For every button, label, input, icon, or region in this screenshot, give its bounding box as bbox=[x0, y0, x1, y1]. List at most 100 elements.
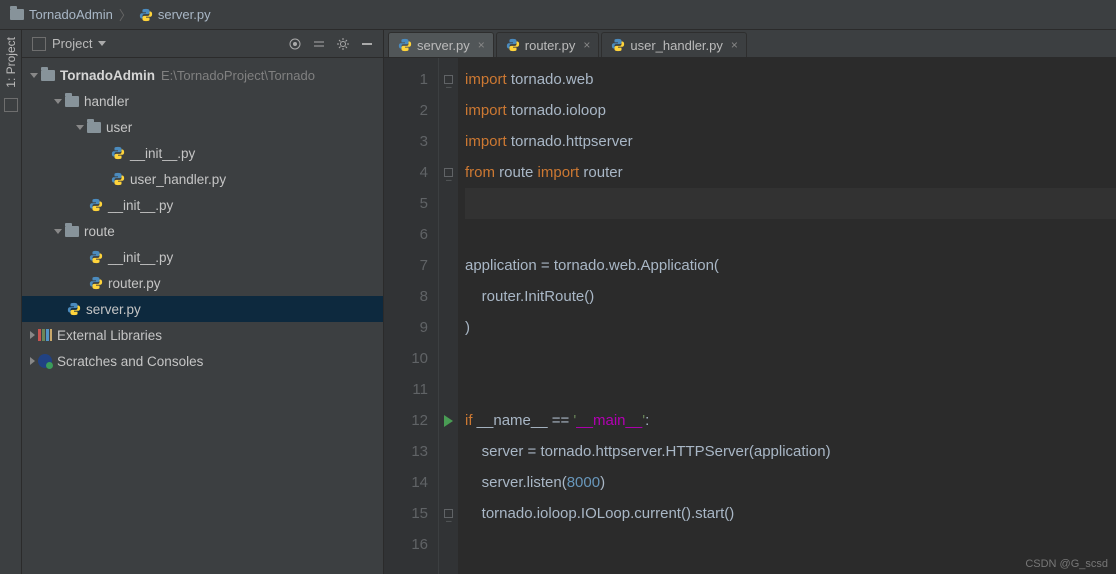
line-number: 11 bbox=[384, 374, 428, 405]
tree-external-libraries[interactable]: External Libraries bbox=[22, 322, 383, 348]
tree-label: __init__.py bbox=[108, 250, 173, 265]
python-file-icon bbox=[66, 301, 82, 317]
tree-label: External Libraries bbox=[57, 328, 162, 343]
tree-root[interactable]: TornadoAdmin E:\TornadoProject\Tornado bbox=[22, 62, 383, 88]
expand-arrow-icon[interactable] bbox=[54, 99, 62, 104]
gear-icon[interactable] bbox=[333, 34, 353, 54]
tab-label: server.py bbox=[417, 38, 470, 53]
hide-button[interactable] bbox=[357, 34, 377, 54]
tab-user-handler[interactable]: user_handler.py × bbox=[601, 32, 747, 57]
tree-folder-route[interactable]: route bbox=[22, 218, 383, 244]
python-file-icon bbox=[397, 37, 413, 53]
project-tree: TornadoAdmin E:\TornadoProject\Tornado h… bbox=[22, 58, 383, 574]
tree-label: __init__.py bbox=[108, 198, 173, 213]
tree-file[interactable]: __init__.py bbox=[22, 192, 383, 218]
close-icon[interactable]: × bbox=[583, 38, 590, 52]
tree-file[interactable]: __init__.py bbox=[22, 244, 383, 270]
expand-arrow-icon[interactable] bbox=[30, 73, 38, 78]
line-number: 16 bbox=[384, 529, 428, 560]
close-icon[interactable]: × bbox=[731, 38, 738, 52]
tab-label: user_handler.py bbox=[630, 38, 723, 53]
tree-file[interactable]: __init__.py bbox=[22, 140, 383, 166]
code-content[interactable]: import tornado.web import tornado.ioloop… bbox=[459, 58, 1116, 574]
tree-folder-handler[interactable]: handler bbox=[22, 88, 383, 114]
tree-label: handler bbox=[84, 94, 129, 109]
tab-label: router.py bbox=[525, 38, 576, 53]
scratches-icon bbox=[38, 354, 52, 368]
code-editor[interactable]: 1 2 3 4 5 6 7 8 9 10 11 12 13 14 15 16 bbox=[384, 58, 1116, 574]
watermark: CSDN @G_scsd bbox=[1025, 558, 1108, 570]
line-number: 3 bbox=[384, 126, 428, 157]
line-number: 6 bbox=[384, 219, 428, 250]
tree-label: user_handler.py bbox=[130, 172, 226, 187]
python-file-icon bbox=[88, 197, 104, 213]
sidebar-toolstrip: 1: Project bbox=[0, 30, 22, 574]
locate-icon[interactable] bbox=[285, 34, 305, 54]
fold-marker[interactable] bbox=[439, 498, 458, 529]
gutter-icons bbox=[439, 58, 459, 574]
project-view-icon bbox=[32, 37, 46, 51]
line-number: 9 bbox=[384, 312, 428, 343]
expand-arrow-icon[interactable] bbox=[30, 357, 35, 365]
tree-label: __init__.py bbox=[130, 146, 195, 161]
fold-marker[interactable] bbox=[439, 157, 458, 188]
line-number: 2 bbox=[384, 95, 428, 126]
python-file-icon bbox=[110, 145, 126, 161]
tree-file-server[interactable]: server.py bbox=[22, 296, 383, 322]
breadcrumb-project[interactable]: TornadoAdmin bbox=[29, 7, 113, 22]
python-file-icon bbox=[88, 275, 104, 291]
folder-icon bbox=[87, 122, 101, 133]
project-panel-header: Project bbox=[22, 30, 383, 58]
sidebar-tab-project[interactable]: 1: Project bbox=[2, 33, 20, 92]
line-number: 8 bbox=[384, 281, 428, 312]
line-number-gutter: 1 2 3 4 5 6 7 8 9 10 11 12 13 14 15 16 bbox=[384, 58, 439, 574]
python-file-icon bbox=[138, 7, 154, 23]
project-panel: Project TornadoAdmin E:\TornadoProject\T… bbox=[22, 30, 384, 574]
python-file-icon bbox=[110, 171, 126, 187]
folder-icon bbox=[65, 96, 79, 107]
folder-icon bbox=[65, 226, 79, 237]
tree-path: E:\TornadoProject\Tornado bbox=[161, 68, 315, 83]
editor-area: server.py × router.py × user_handler.py … bbox=[384, 30, 1116, 574]
line-number: 14 bbox=[384, 467, 428, 498]
tree-folder-user[interactable]: user bbox=[22, 114, 383, 140]
tab-server[interactable]: server.py × bbox=[388, 32, 494, 57]
structure-icon[interactable] bbox=[4, 98, 18, 112]
line-number: 1 bbox=[384, 64, 428, 95]
folder-icon bbox=[10, 9, 24, 20]
tree-label: server.py bbox=[86, 302, 141, 317]
tree-scratches[interactable]: Scratches and Consoles bbox=[22, 348, 383, 374]
python-file-icon bbox=[610, 37, 626, 53]
project-panel-title[interactable]: Project bbox=[52, 36, 92, 51]
python-file-icon bbox=[505, 37, 521, 53]
folder-icon bbox=[41, 70, 55, 81]
expand-arrow-icon[interactable] bbox=[54, 229, 62, 234]
tree-label: Scratches and Consoles bbox=[57, 354, 203, 369]
expand-arrow-icon[interactable] bbox=[30, 331, 35, 339]
tree-file[interactable]: router.py bbox=[22, 270, 383, 296]
chevron-right-icon: 〉 bbox=[119, 5, 132, 24]
libraries-icon bbox=[38, 329, 52, 341]
tree-label: router.py bbox=[108, 276, 161, 291]
python-file-icon bbox=[88, 249, 104, 265]
line-number: 10 bbox=[384, 343, 428, 374]
tree-label: route bbox=[84, 224, 115, 239]
run-gutter-icon[interactable] bbox=[439, 405, 458, 436]
expand-arrow-icon[interactable] bbox=[76, 125, 84, 130]
line-number: 12 bbox=[384, 405, 428, 436]
line-number: 4 bbox=[384, 157, 428, 188]
line-number: 7 bbox=[384, 250, 428, 281]
line-number: 13 bbox=[384, 436, 428, 467]
tree-label: TornadoAdmin bbox=[60, 68, 155, 83]
tree-file[interactable]: user_handler.py bbox=[22, 166, 383, 192]
breadcrumb: TornadoAdmin 〉 server.py bbox=[0, 0, 1116, 30]
breadcrumb-file[interactable]: server.py bbox=[158, 7, 211, 22]
tab-router[interactable]: router.py × bbox=[496, 32, 600, 57]
tree-label: user bbox=[106, 120, 132, 135]
line-number: 15 bbox=[384, 498, 428, 529]
collapse-all-icon[interactable] bbox=[309, 34, 329, 54]
chevron-down-icon[interactable] bbox=[98, 41, 106, 46]
line-number: 5 bbox=[384, 188, 428, 219]
fold-marker[interactable] bbox=[439, 64, 458, 95]
close-icon[interactable]: × bbox=[478, 38, 485, 52]
